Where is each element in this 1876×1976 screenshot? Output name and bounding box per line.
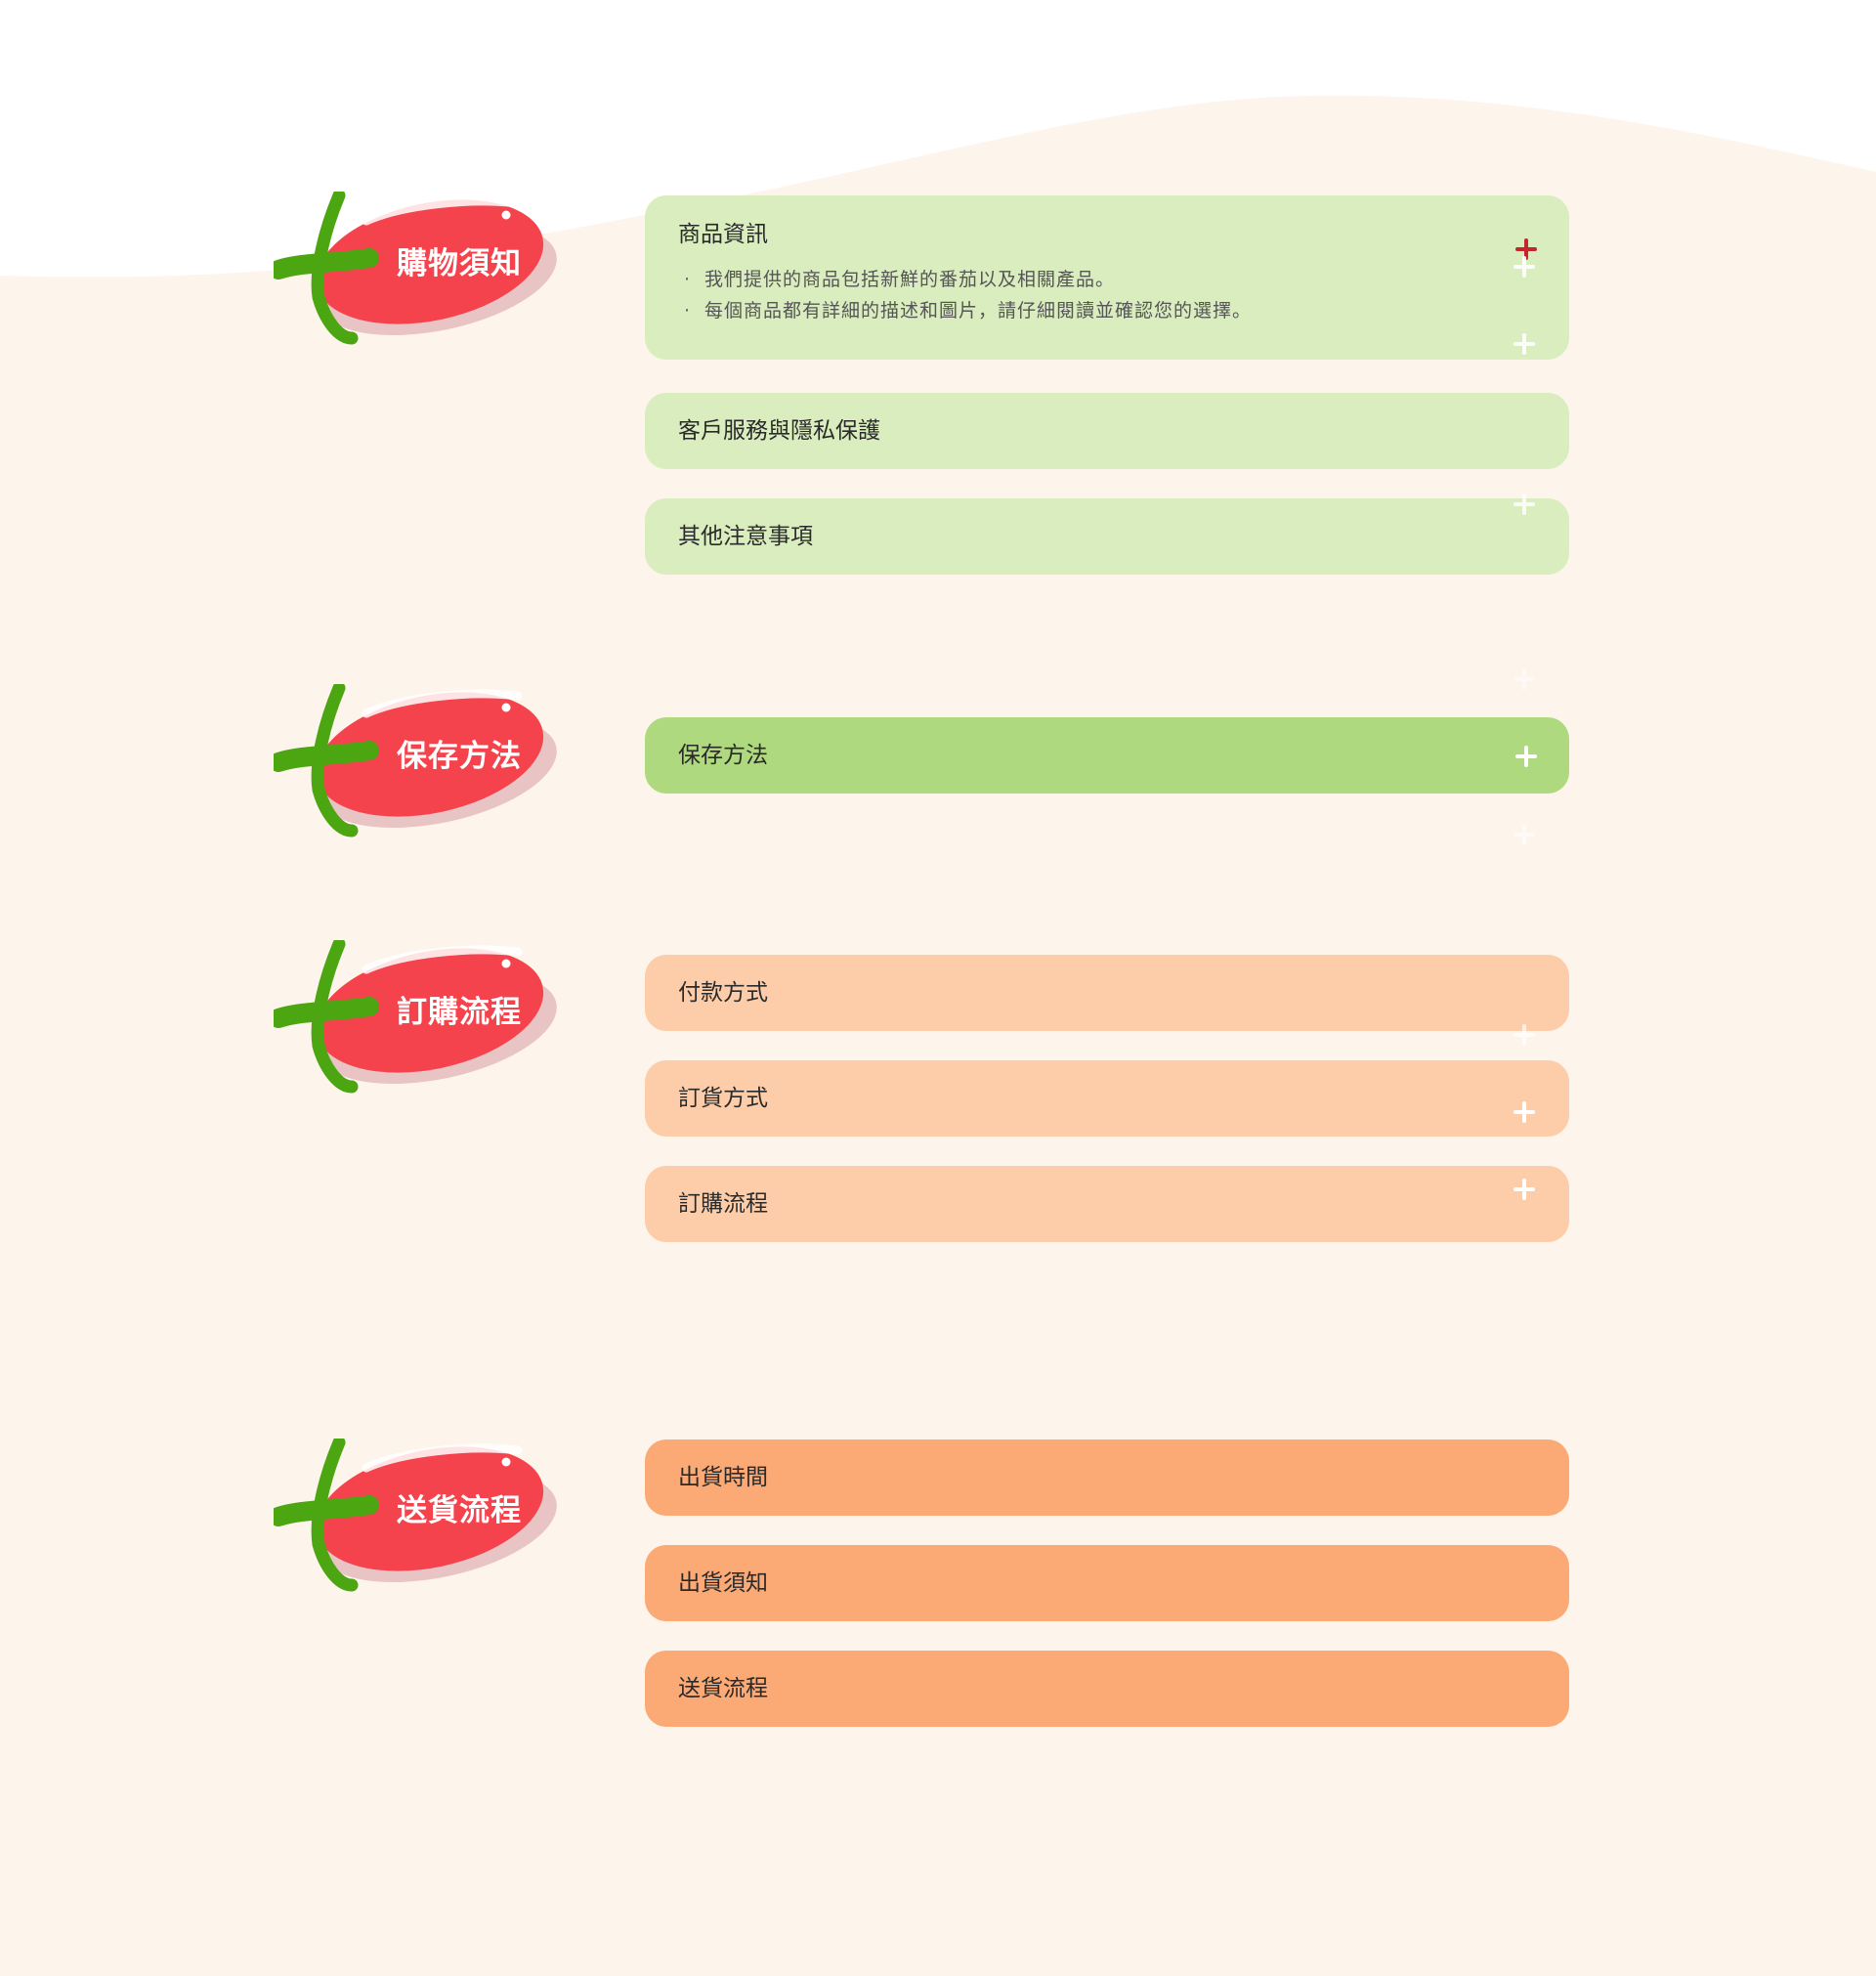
badge-label: 保存方法: [397, 739, 522, 774]
section-badge: 購物須知: [274, 192, 567, 358]
accordion-item-other-notes[interactable]: 其他注意事項: [645, 498, 1569, 575]
plus-icon[interactable]: [1515, 746, 1537, 767]
accordion-item-customer-service[interactable]: 客戶服務與隱私保護: [645, 393, 1569, 469]
accordion-item-product-info[interactable]: 商品資訊 我們提供的商品包括新鮮的番茄以及相關產品。 每個商品都有詳細的描述和圖…: [645, 195, 1569, 360]
list-item: 我們提供的商品包括新鮮的番茄以及相關產品。: [684, 264, 1252, 295]
product-info-list: 我們提供的商品包括新鮮的番茄以及相關產品。 每個商品都有詳細的描述和圖片，請仔細…: [684, 264, 1252, 326]
accordion-title: 付款方式: [678, 980, 768, 1006]
accordion-item-ordering-process[interactable]: 訂購流程: [645, 1166, 1569, 1242]
accordion-title: 出貨須知: [678, 1570, 768, 1596]
accordion-title: 其他注意事項: [678, 524, 813, 549]
section-badge: 保存方法: [274, 684, 567, 850]
accordion-title: 出貨時間: [678, 1465, 768, 1490]
accordion-title: 訂購流程: [678, 1191, 768, 1217]
plus-icon[interactable]: [1514, 1024, 1535, 1046]
list-item: 每個商品都有詳細的描述和圖片，請仔細閱讀並確認您的選擇。: [684, 295, 1252, 326]
plus-icon[interactable]: [1514, 494, 1535, 515]
badge-label: 訂購流程: [397, 995, 522, 1030]
plus-icon[interactable]: [1514, 256, 1535, 278]
accordion-title: 客戶服務與隱私保護: [678, 418, 880, 444]
accordion-item-shipping-time[interactable]: 出貨時間: [645, 1439, 1569, 1516]
accordion-item-delivery-process[interactable]: 送貨流程: [645, 1651, 1569, 1727]
accordion-title: 訂貨方式: [678, 1086, 768, 1111]
accordion-title: 送貨流程: [678, 1676, 768, 1701]
plus-icon[interactable]: [1514, 824, 1535, 845]
accordion-item-storage-method[interactable]: 保存方法: [645, 717, 1569, 794]
accordion-item-payment[interactable]: 付款方式: [645, 955, 1569, 1031]
section-badge: 訂購流程: [274, 940, 567, 1106]
plus-icon[interactable]: [1514, 668, 1535, 690]
plus-icon[interactable]: [1514, 1179, 1535, 1200]
plus-icon[interactable]: [1514, 1101, 1535, 1123]
badge-label: 送貨流程: [397, 1493, 522, 1528]
accordion-item-shipping-notes[interactable]: 出貨須知: [645, 1545, 1569, 1621]
badge-label: 購物須知: [397, 246, 522, 281]
plus-icon[interactable]: [1514, 333, 1535, 355]
accordion-item-ordering-method[interactable]: 訂貨方式: [645, 1060, 1569, 1137]
accordion-title: 商品資訊: [678, 222, 768, 247]
accordion-title: 保存方法: [678, 743, 768, 768]
section-badge: 送貨流程: [274, 1439, 567, 1605]
